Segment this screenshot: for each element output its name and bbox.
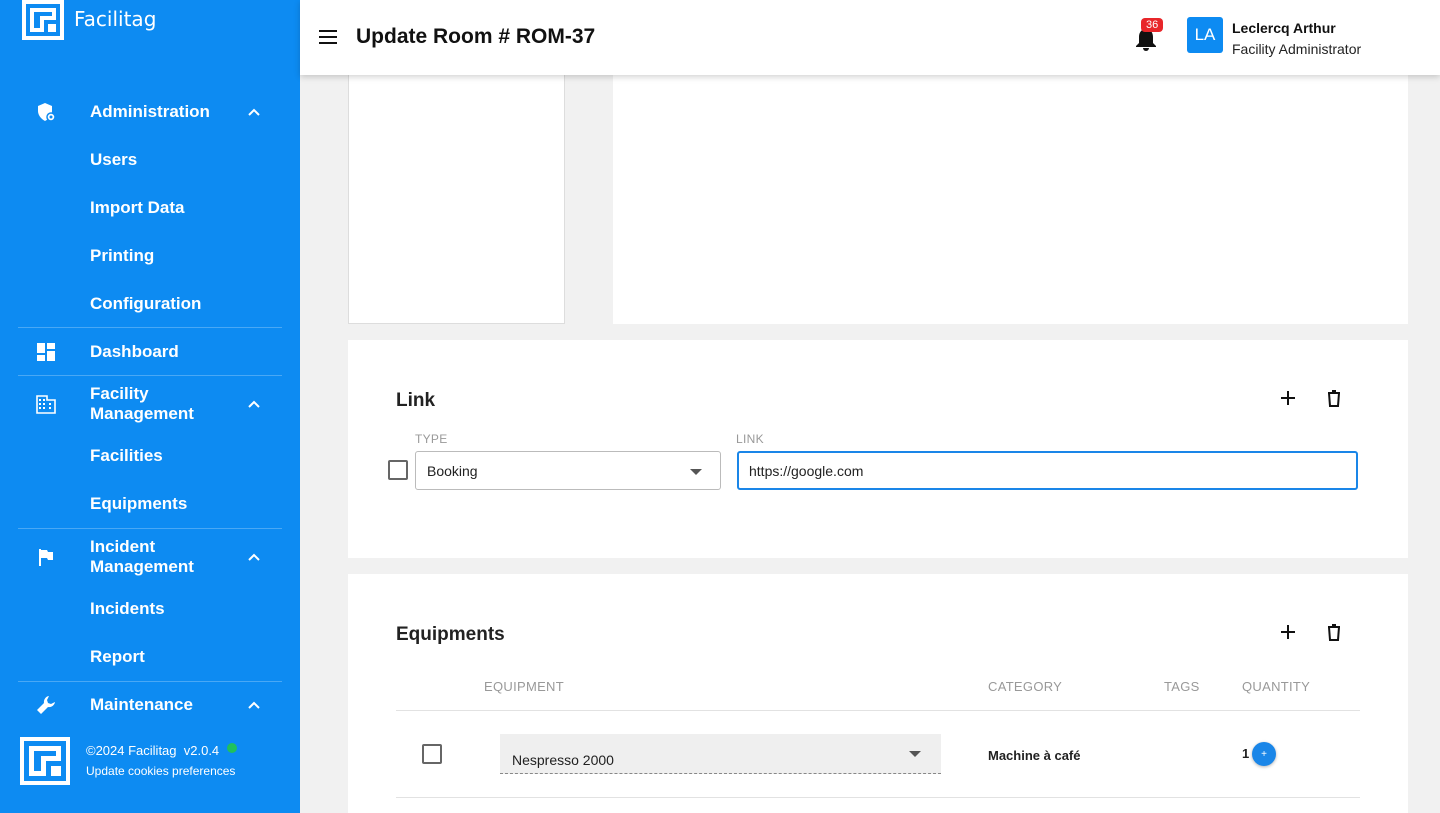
top-header: Update Room # ROM-37 36 LA Leclercq Arth…: [300, 0, 1440, 75]
facilitag-logo-icon: [20, 737, 70, 785]
equipment-category: Machine à café: [988, 748, 1081, 763]
sidebar: Facilitag Administration Users Import Da…: [0, 0, 300, 813]
room-image-card: [348, 60, 565, 324]
hamburger-menu-icon[interactable]: [318, 28, 338, 46]
nav-maintenance[interactable]: Maintenance: [0, 693, 300, 717]
facilitag-logo-icon: [22, 0, 64, 40]
wrench-icon: [35, 694, 57, 716]
sidebar-item-report[interactable]: Report: [90, 647, 145, 667]
notification-badge: 36: [1141, 18, 1164, 32]
link-label: LINK: [736, 432, 764, 446]
dashboard-icon: [35, 341, 57, 363]
equipment-quantity: 1: [1242, 746, 1250, 761]
cookies-preferences-link[interactable]: Update cookies preferences: [86, 764, 237, 778]
link-url-input[interactable]: [737, 451, 1358, 490]
sidebar-item-facilities[interactable]: Facilities: [90, 446, 163, 466]
link-section: Link TYPE LINK Booking: [348, 340, 1408, 558]
add-link-plus-icon[interactable]: [1278, 388, 1298, 408]
column-header-category: CATEGORY: [988, 679, 1063, 694]
room-map-card: [613, 60, 1408, 324]
caret-down-icon: [909, 751, 921, 757]
column-header-equipment: EQUIPMENT: [484, 679, 564, 694]
copyright-text: ©2024 Facilitag v2.0.4: [86, 743, 220, 758]
nav-administration[interactable]: Administration: [0, 100, 300, 124]
link-section-title: Link: [396, 390, 436, 411]
nav-facility-management-label: Facility Management: [90, 384, 194, 423]
link-row-checkbox[interactable]: [388, 460, 408, 480]
chevron-up-icon[interactable]: [246, 396, 262, 412]
sidebar-item-configuration[interactable]: Configuration: [90, 294, 201, 314]
flag-icon: [35, 546, 57, 568]
sidebar-footer: ©2024 Facilitag v2.0.4 Update cookies pr…: [20, 737, 238, 785]
brand[interactable]: Facilitag: [22, 0, 156, 40]
building-icon: [35, 393, 57, 415]
nav-incident-management-label: Incident Management: [90, 537, 194, 576]
delete-equipment-trash-icon[interactable]: [1324, 622, 1344, 642]
shield-gear-icon: [35, 101, 57, 123]
sidebar-item-import-data[interactable]: Import Data: [90, 198, 184, 218]
equipment-select[interactable]: Nespresso 2000: [500, 734, 941, 774]
nav-administration-label: Administration: [90, 102, 210, 121]
delete-link-trash-icon[interactable]: [1324, 388, 1344, 408]
nav-incident-management[interactable]: Incident Management: [0, 537, 300, 577]
sidebar-item-incidents[interactable]: Incidents: [90, 599, 165, 619]
avatar[interactable]: LA: [1187, 17, 1223, 53]
page-title: Update Room # ROM-37: [356, 25, 596, 48]
column-header-tags: TAGS: [1164, 679, 1200, 694]
nav-facility-management[interactable]: Facility Management: [0, 384, 300, 424]
chevron-up-icon[interactable]: [246, 104, 262, 120]
nav-dashboard-label: Dashboard: [90, 342, 179, 361]
column-header-quantity: QUANTITY: [1242, 679, 1311, 694]
equipments-section-title: Equipments: [396, 624, 505, 645]
sidebar-divider: [18, 681, 282, 682]
sidebar-item-printing[interactable]: Printing: [90, 246, 154, 266]
equipment-value: Nespresso 2000: [512, 752, 614, 768]
link-type-select[interactable]: Booking: [415, 451, 721, 490]
nav-dashboard[interactable]: Dashboard: [0, 340, 300, 364]
sidebar-divider: [18, 528, 282, 529]
status-dot: [227, 742, 238, 753]
caret-down-icon: [690, 469, 702, 475]
type-label: TYPE: [415, 432, 448, 446]
sidebar-item-users[interactable]: Users: [90, 150, 137, 170]
user-name: Leclercq Arthur: [1232, 20, 1336, 36]
sidebar-item-equipments[interactable]: Equipments: [90, 494, 187, 514]
equipment-row-checkbox[interactable]: [422, 744, 442, 764]
table-row-divider: [396, 797, 1360, 798]
nav-maintenance-label: Maintenance: [90, 695, 193, 714]
chevron-up-icon[interactable]: [246, 697, 262, 713]
equipments-section: Equipments EQUIPMENT CATEGORY TAGS QUANT…: [348, 574, 1408, 813]
sidebar-divider: [18, 327, 282, 328]
sidebar-divider: [18, 375, 282, 376]
quantity-increment-button[interactable]: +: [1252, 742, 1276, 766]
user-role: Facility Administrator: [1232, 41, 1362, 57]
table-header-divider: [396, 710, 1360, 711]
add-equipment-plus-icon[interactable]: [1278, 622, 1298, 642]
link-type-value: Booking: [427, 462, 478, 479]
chevron-up-icon[interactable]: [246, 549, 262, 565]
brand-name: Facilitag: [74, 7, 157, 31]
